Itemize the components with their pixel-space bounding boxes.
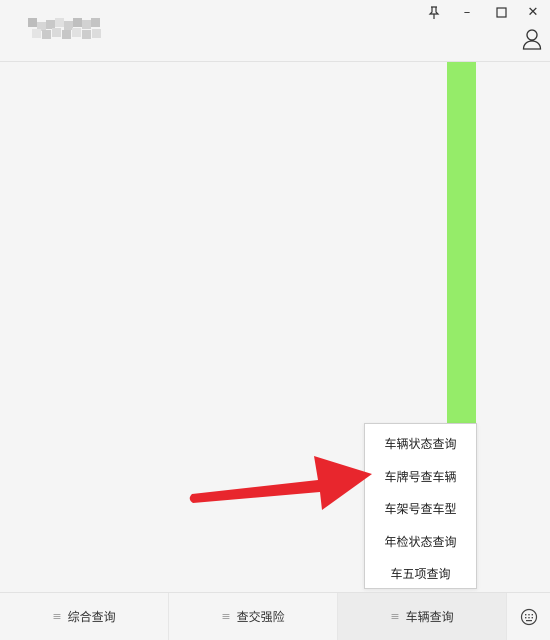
vehicle-query-menu: 车辆状态查询 车牌号查车辆 车架号查车型 年检状态查询 车五项查询 — [364, 423, 477, 589]
keyboard-toggle-button[interactable] — [507, 593, 550, 640]
close-icon: ✕ — [527, 4, 539, 20]
menu-icon: ≡ — [221, 610, 231, 623]
tab-label: 车辆查询 — [405, 610, 454, 624]
menu-item-vin-lookup[interactable]: 车架号查车型 — [365, 493, 476, 526]
maximize-button[interactable] — [490, 2, 512, 22]
tab-comprehensive-query[interactable]: ≡ 综合查询 — [0, 593, 169, 640]
close-button[interactable]: ✕ — [522, 2, 544, 22]
tab-insurance-query[interactable]: ≡ 查交强险 — [169, 593, 338, 640]
chat-header: – ✕ — [0, 0, 550, 62]
bottom-menu-bar: ≡ 综合查询 ≡ 查交强险 ≡ 车辆查询 — [0, 592, 550, 640]
keyboard-icon — [520, 608, 537, 625]
pin-button[interactable] — [423, 2, 445, 22]
user-icon — [522, 29, 542, 50]
blurred-chat-title — [28, 18, 102, 40]
user-profile-button[interactable] — [522, 28, 542, 50]
menu-item-five-items[interactable]: 车五项查询 — [365, 558, 476, 591]
tab-label: 查交强险 — [236, 610, 285, 624]
highlight-bar — [447, 62, 476, 432]
menu-icon: ≡ — [390, 610, 400, 623]
menu-icon: ≡ — [52, 610, 62, 623]
minimize-button[interactable]: – — [456, 2, 478, 22]
maximize-icon — [495, 6, 507, 18]
pin-icon — [428, 5, 440, 19]
pointer-arrow-annotation — [189, 456, 372, 510]
menu-item-plate-lookup[interactable]: 车牌号查车辆 — [365, 461, 476, 494]
tab-vehicle-query[interactable]: ≡ 车辆查询 — [338, 593, 507, 640]
tab-label: 综合查询 — [67, 610, 116, 624]
menu-item-inspection-status[interactable]: 年检状态查询 — [365, 526, 476, 559]
minimize-icon: – — [463, 4, 471, 20]
menu-item-vehicle-status[interactable]: 车辆状态查询 — [365, 428, 476, 461]
